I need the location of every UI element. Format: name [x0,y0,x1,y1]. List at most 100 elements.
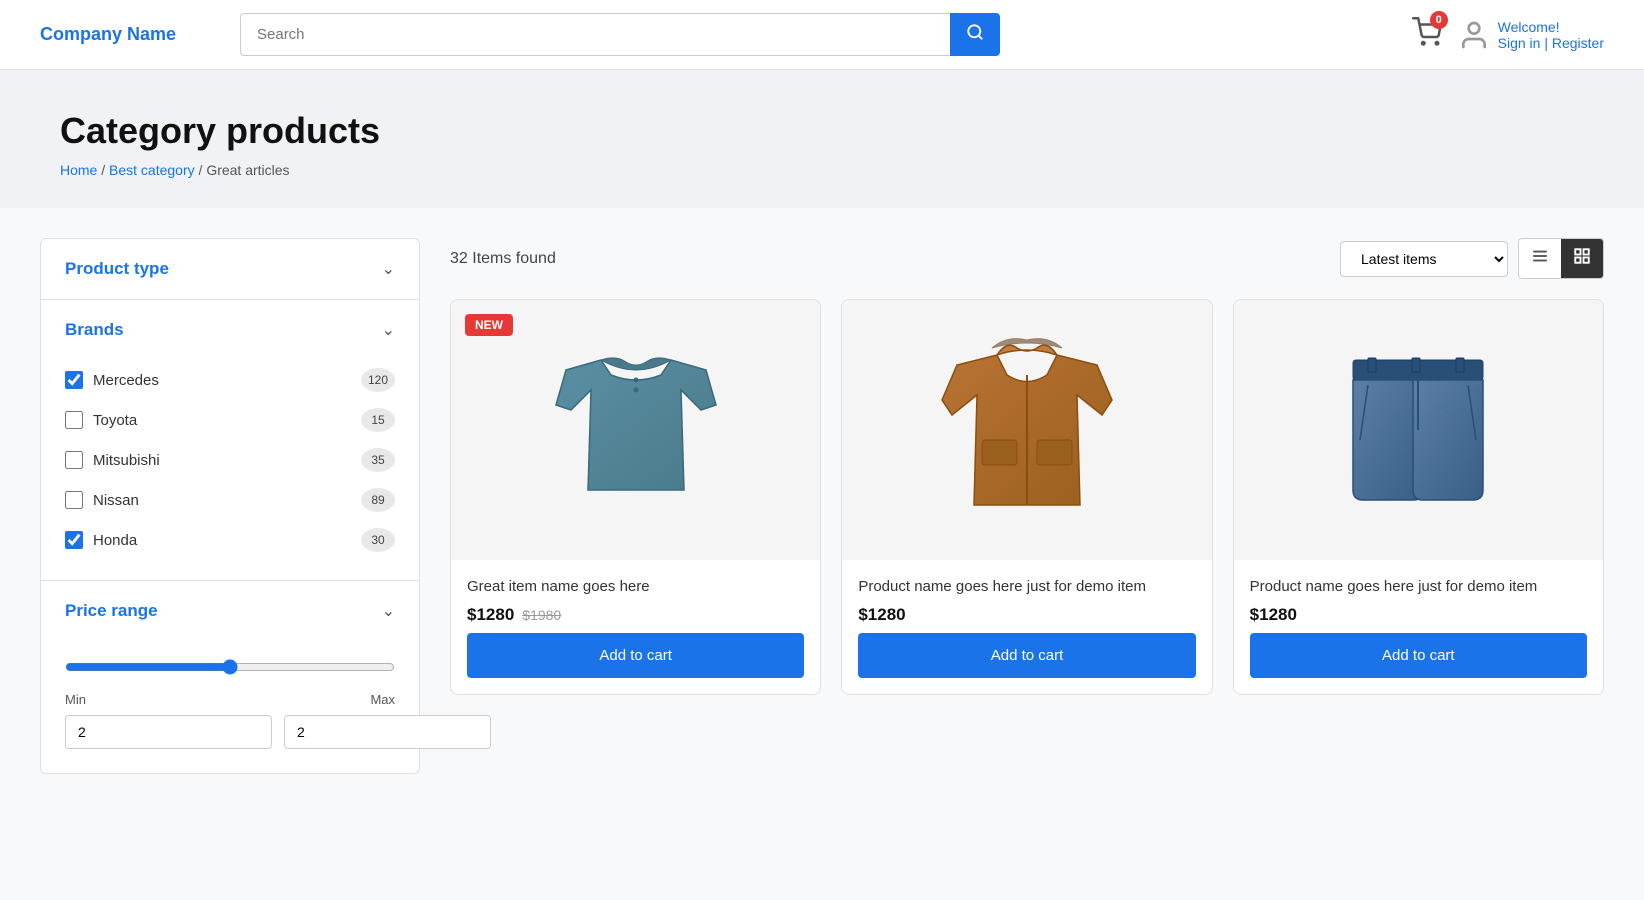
main-layout: Product type ⌄ Brands ⌄ Mercedes 120 [0,208,1644,804]
brand-checkbox-honda[interactable] [65,531,83,549]
brands-chevron-icon: ⌄ [382,320,395,340]
brands-list: Mercedes 120 Toyota 15 Mitsubishi [41,360,419,580]
page-title: Category products [60,110,1584,152]
products-area: 32 Items found Latest items Price: Low t… [420,238,1604,774]
products-toolbar: 32 Items found Latest items Price: Low t… [450,238,1604,279]
add-to-cart-button[interactable]: Add to cart [858,633,1195,678]
brand-item: Mitsubishi 35 [65,440,395,480]
product-type-chevron-icon: ⌄ [382,259,395,279]
brand-name-nissan: Nissan [93,492,139,509]
product-info: Product name goes here just for demo ite… [1234,560,1603,694]
brand-checkbox-mitsubishi[interactable] [65,451,83,469]
list-view-button[interactable] [1519,239,1561,278]
product-image-wrap: NEW [451,300,820,560]
items-found: 32 Items found [450,250,556,268]
price-max-label: Max [370,692,395,707]
brand-name-toyota: Toyota [93,412,137,429]
price-min-label: Min [65,692,86,707]
search-button[interactable] [950,13,1000,56]
product-price-wrap: $1280 [858,605,1195,625]
brand-checkbox-mercedes[interactable] [65,371,83,389]
product-price-wrap: $1280 [1250,605,1587,625]
product-image-wrap [1234,300,1603,560]
user-account[interactable]: Welcome! Sign in | Register [1458,19,1604,51]
product-card: Product name goes here just for demo ite… [841,299,1212,695]
user-greeting: Welcome! [1498,19,1560,35]
breadcrumb: Home / Best category / Great articles [60,162,1584,178]
product-image-wrap [842,300,1211,560]
product-price: $1280 [467,605,514,625]
brand-checkbox-nissan[interactable] [65,491,83,509]
sort-select[interactable]: Latest items Price: Low to High Price: H… [1340,241,1508,277]
product-card: Product name goes here just for demo ite… [1233,299,1604,695]
product-name: Product name goes here just for demo ite… [1250,576,1587,597]
search-form [240,13,1000,56]
product-price-wrap: $1280 $1980 [467,605,804,625]
cart-button[interactable]: 0 [1412,17,1442,52]
product-image-shorts [1318,320,1518,540]
brands-header[interactable]: Brands ⌄ [41,300,419,360]
price-slider-wrap [65,651,395,692]
brand-item: Toyota 15 [65,400,395,440]
brand-name-mitsubishi: Mitsubishi [93,452,160,469]
breadcrumb-home[interactable]: Home [60,162,97,178]
brands-title: Brands [65,320,124,340]
add-to-cart-button[interactable]: Add to cart [467,633,804,678]
grid-view-icon [1573,247,1591,265]
user-text: Welcome! Sign in | Register [1498,19,1604,51]
breadcrumb-best-category[interactable]: Best category [109,162,195,178]
view-toggle [1518,238,1604,279]
brand-checkbox-toyota[interactable] [65,411,83,429]
header: Company Name 0 Welcome! Sign in | [0,0,1644,70]
price-min-input[interactable] [65,715,272,749]
brand-count-toyota: 15 [361,408,395,432]
product-image-tshirt [536,320,736,540]
product-info: Great item name goes here $1280 $1980 Ad… [451,560,820,694]
product-card: NEW [450,299,821,695]
grid-view-button[interactable] [1561,239,1603,278]
product-name: Great item name goes here [467,576,804,597]
price-range-title: Price range [65,601,158,621]
product-price: $1280 [858,605,905,625]
signin-link[interactable]: Sign in [1498,35,1541,51]
product-type-section: Product type ⌄ [41,239,419,300]
cart-badge: 0 [1430,11,1448,29]
price-minmax: Min Max [65,692,395,707]
product-info: Product name goes here just for demo ite… [842,560,1211,694]
price-inputs [65,715,395,749]
product-badge: NEW [465,314,513,336]
header-right: 0 Welcome! Sign in | Register [1412,17,1604,52]
list-view-icon [1531,247,1549,265]
product-type-header[interactable]: Product type ⌄ [41,239,419,299]
toolbar-right: Latest items Price: Low to High Price: H… [1340,238,1604,279]
product-image-jacket [927,320,1127,540]
brand-item: Nissan 89 [65,480,395,520]
hero-section: Category products Home / Best category /… [0,70,1644,208]
price-range-chevron-icon: ⌄ [382,601,395,621]
price-range-slider[interactable] [65,659,395,675]
brand-name-honda: Honda [93,532,137,549]
company-logo[interactable]: Company Name [40,24,220,45]
brand-item: Mercedes 120 [65,360,395,400]
brand-name-mercedes: Mercedes [93,372,159,389]
search-input[interactable] [240,13,950,56]
price-content: Min Max [41,641,419,773]
product-name: Product name goes here just for demo ite… [858,576,1195,597]
brand-count-nissan: 89 [361,488,395,512]
user-icon [1458,19,1490,51]
breadcrumb-current: Great articles [206,162,289,178]
search-icon [966,23,984,41]
price-range-header[interactable]: Price range ⌄ [41,581,419,641]
product-type-title: Product type [65,259,169,279]
brand-item: Honda 30 [65,520,395,560]
product-grid: NEW [450,299,1604,695]
add-to-cart-button[interactable]: Add to cart [1250,633,1587,678]
brand-count-mercedes: 120 [361,368,395,392]
price-range-section: Price range ⌄ Min Max [41,581,419,773]
register-link[interactable]: Register [1552,35,1604,51]
product-price-old: $1980 [522,607,561,623]
sidebar: Product type ⌄ Brands ⌄ Mercedes 120 [40,238,420,774]
brand-count-honda: 30 [361,528,395,552]
brands-section: Brands ⌄ Mercedes 120 Toyota [41,300,419,581]
brand-count-mitsubishi: 35 [361,448,395,472]
